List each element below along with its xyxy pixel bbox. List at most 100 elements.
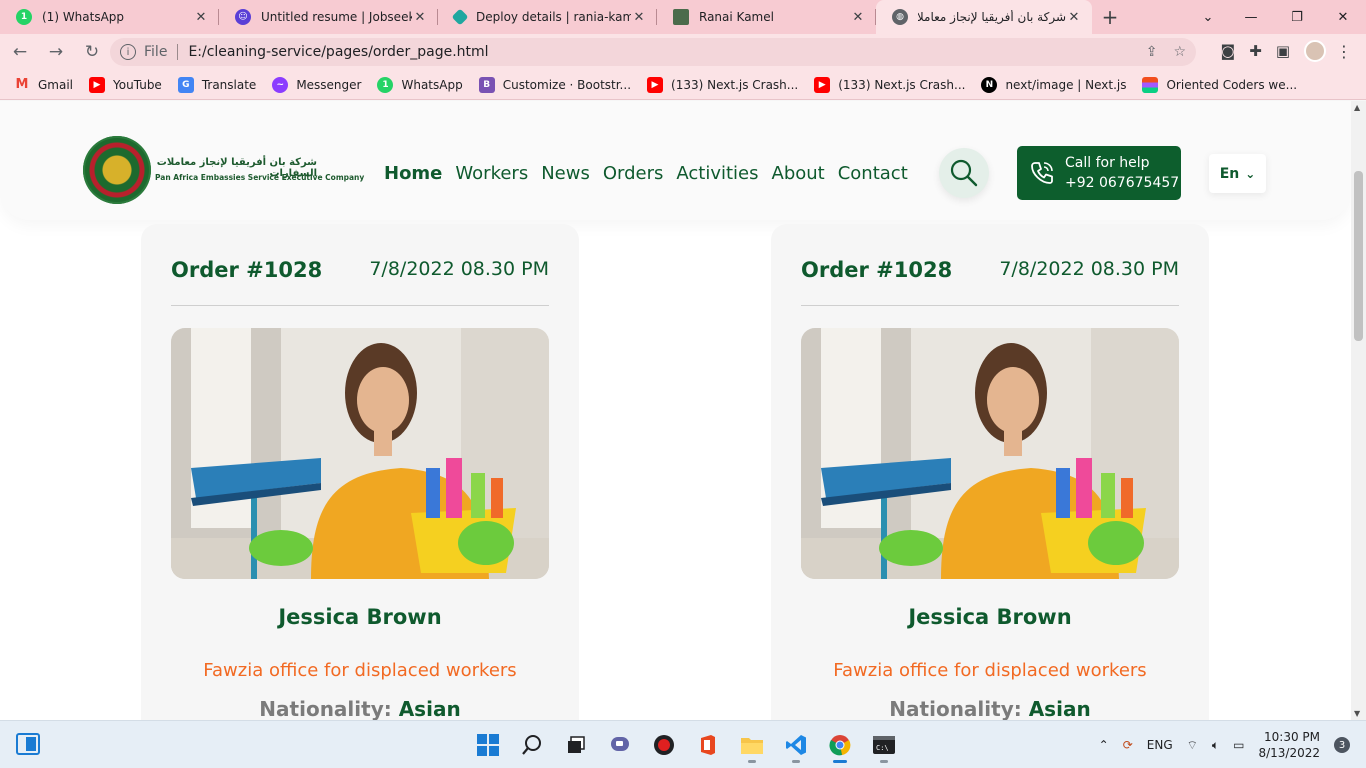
jobseeker-icon: ☺ — [235, 9, 251, 25]
forward-icon[interactable]: → — [40, 36, 72, 68]
close-icon[interactable]: ✕ — [631, 10, 647, 25]
address-bar[interactable]: i File E:/cleaning-service/pages/order_p… — [110, 38, 1196, 66]
nav-home[interactable]: Home — [384, 163, 442, 184]
bookmark-item[interactable]: ~ Messenger — [272, 76, 362, 93]
nationality-label: Nationality: — [259, 697, 392, 720]
camera-icon[interactable]: ◙ — [1221, 42, 1236, 60]
back-icon[interactable]: ← — [4, 36, 36, 68]
start-icon[interactable] — [470, 727, 506, 763]
bookmark-item[interactable]: Nnext/image | Next.js — [981, 76, 1127, 93]
nav-news[interactable]: News — [541, 163, 590, 184]
scroll-thumb[interactable] — [1354, 171, 1363, 341]
nav-orders[interactable]: Orders — [603, 163, 664, 184]
menu-icon[interactable]: ⋮ — [1336, 42, 1352, 61]
logo-english-text: Pan Africa Embassies Service Executive C… — [155, 173, 365, 182]
tab-search-icon[interactable]: ⌄ — [1188, 0, 1228, 34]
scroll-up-icon[interactable]: ▲ — [1354, 103, 1360, 112]
terminal-icon[interactable]: C:\ — [866, 727, 902, 763]
wifi-icon[interactable]: ⌔ — [1187, 738, 1198, 753]
divider — [171, 305, 549, 306]
bookmark-item[interactable]: G Translate — [177, 76, 256, 93]
clock[interactable]: 10:30 PM 8/13/2022 — [1258, 729, 1320, 761]
info-icon[interactable]: i — [120, 44, 136, 60]
search-icon[interactable] — [514, 727, 550, 763]
restore-icon[interactable]: ❐ — [1274, 0, 1320, 34]
battery-icon[interactable]: ▭ — [1233, 738, 1244, 752]
whatsapp-icon: 1 — [16, 9, 32, 25]
bookmark-item[interactable]: ▶ (133) Next.js Crash... — [814, 76, 966, 93]
order-id: Order #1028 — [801, 258, 953, 282]
file-explorer-icon[interactable] — [734, 727, 770, 763]
language-select[interactable]: En ⌄ — [1209, 154, 1266, 193]
widgets-icon[interactable] — [16, 733, 40, 755]
nav-about[interactable]: About — [772, 163, 825, 184]
search-button[interactable] — [939, 148, 989, 198]
browser-tab[interactable]: Ranai Kamel ✕ — [657, 0, 876, 34]
task-view-icon[interactable] — [558, 727, 594, 763]
order-card: Order #1028 7/8/2022 08.30 PM Jessica Br… — [771, 224, 1209, 720]
screen-recorder-icon[interactable] — [646, 727, 682, 763]
bookmark-item[interactable]: B Customize · Bootstr... — [478, 76, 631, 93]
order-date: 7/8/2022 08.30 PM — [999, 258, 1179, 280]
bookmark-label: next/image | Next.js — [1005, 77, 1127, 92]
new-tab-button[interactable]: + — [1092, 0, 1128, 34]
bookmark-label: (133) Next.js Crash... — [838, 77, 966, 92]
order-card: Order #1028 7/8/2022 08.30 PM Jessica Br… — [141, 224, 579, 720]
worker-office[interactable]: Fawzia office for displaced workers — [771, 660, 1209, 681]
nationality-value: Asian — [398, 697, 461, 720]
bookmark-item[interactable]: ▶ YouTube — [89, 76, 162, 93]
browser-tab-active[interactable]: ◍ شركة بان أفريقيا لإنجاز معاملات ✕ — [876, 0, 1092, 34]
minimize-icon[interactable]: — — [1228, 0, 1274, 34]
gmail-icon: M — [15, 77, 29, 92]
close-icon[interactable]: ✕ — [850, 10, 866, 25]
bookmark-item[interactable]: ▶ (133) Next.js Crash... — [647, 76, 798, 93]
window-controls: ⌄ — ❐ ✕ — [1188, 0, 1366, 34]
browser-tab[interactable]: Deploy details | rania-kamel- ✕ — [438, 0, 657, 34]
worker-nationality: Nationality: Asian — [141, 697, 579, 720]
notification-badge[interactable]: 3 — [1334, 737, 1350, 753]
sync-icon[interactable]: ⟳ — [1123, 738, 1133, 752]
browser-tab[interactable]: 1 (1) WhatsApp ✕ — [0, 0, 219, 34]
url-text[interactable]: E:/cleaning-service/pages/order_page.htm… — [188, 44, 488, 60]
bookmark-star-icon[interactable]: ☆ — [1173, 44, 1186, 60]
bookmark-label: Oriented Coders we... — [1166, 77, 1298, 92]
close-window-icon[interactable]: ✕ — [1320, 0, 1366, 34]
divider — [801, 305, 1179, 306]
side-panel-icon[interactable]: ▣ — [1276, 42, 1290, 60]
worker-photo — [801, 328, 1179, 579]
close-icon[interactable]: ✕ — [412, 10, 428, 25]
language-indicator[interactable]: ENG — [1147, 738, 1173, 752]
share-icon[interactable]: ⇪ — [1146, 44, 1158, 60]
bootstrap-icon: B — [478, 76, 495, 93]
office-icon[interactable] — [690, 727, 726, 763]
worker-nationality: Nationality: Asian — [771, 697, 1209, 720]
worker-office[interactable]: Fawzia office for displaced workers — [141, 660, 579, 681]
bookmark-item[interactable]: 1 WhatsApp — [377, 76, 463, 93]
chrome-icon[interactable] — [822, 727, 858, 763]
chevron-up-icon[interactable]: ⌃ — [1099, 738, 1109, 752]
nav-workers[interactable]: Workers — [455, 163, 528, 184]
main-nav: Home Workers News Orders Activities Abou… — [384, 163, 908, 184]
browser-tab[interactable]: ☺ Untitled resume | Jobseeker ✕ — [219, 0, 438, 34]
bookmark-item[interactable]: M Gmail — [14, 77, 73, 93]
nav-activities[interactable]: Activities — [676, 163, 758, 184]
company-logo[interactable] — [83, 136, 151, 204]
reload-icon[interactable]: ↻ — [76, 36, 108, 68]
call-for-help-button[interactable]: Call for help +92 067675457 — [1017, 146, 1181, 200]
volume-icon[interactable]: 🔈︎ — [1212, 738, 1219, 753]
vscode-icon[interactable] — [778, 727, 814, 763]
bookmark-item[interactable]: Oriented Coders we... — [1142, 76, 1298, 93]
avatar[interactable] — [1304, 40, 1326, 62]
teams-chat-icon[interactable] — [602, 727, 638, 763]
extensions-icon[interactable]: ✚ — [1249, 42, 1262, 60]
close-icon[interactable]: ✕ — [1066, 10, 1082, 25]
worker-name: Jessica Brown — [278, 605, 442, 629]
page-viewport: شركة بان أفريقيا لإنجاز معاملات السفارات… — [0, 101, 1366, 720]
bookmark-label: Messenger — [296, 77, 362, 92]
page-scrollbar[interactable]: ▲ ▼ — [1351, 101, 1366, 720]
tab-title: Deploy details | rania-kamel- — [476, 10, 631, 24]
scroll-down-icon[interactable]: ▼ — [1354, 709, 1360, 718]
portfolio-icon — [673, 9, 689, 25]
nav-contact[interactable]: Contact — [838, 163, 908, 184]
close-icon[interactable]: ✕ — [193, 10, 209, 25]
